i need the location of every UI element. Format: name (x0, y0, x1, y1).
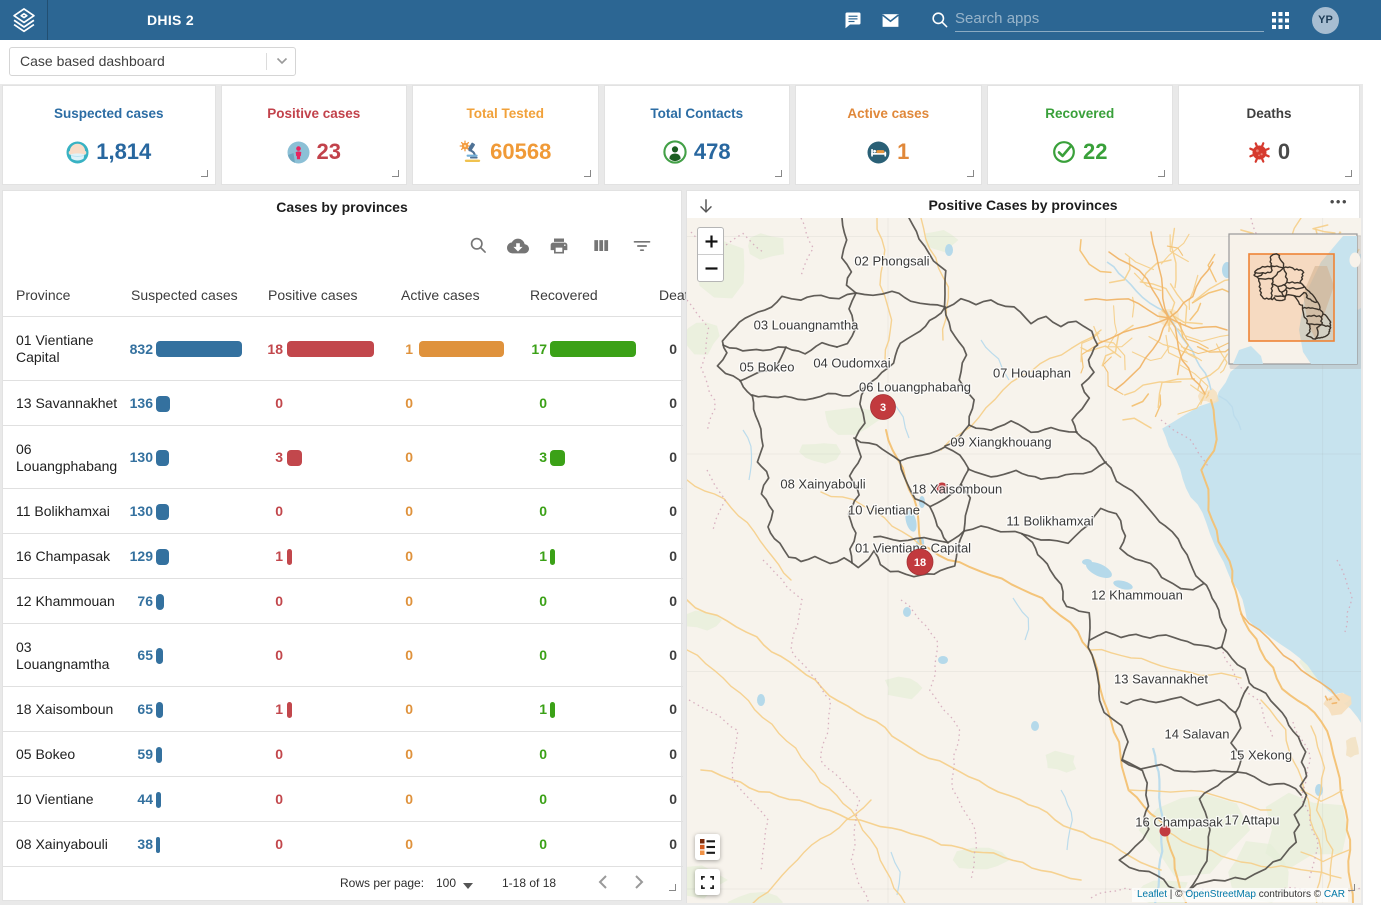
svg-text:09 Xiangkhouang: 09 Xiangkhouang (950, 435, 1051, 450)
svg-text:15 Xekong: 15 Xekong (1230, 748, 1292, 763)
svg-text:10 Vientiane: 10 Vientiane (848, 503, 920, 518)
svg-text:18: 18 (914, 557, 926, 569)
svg-text:14 Salavan: 14 Salavan (1164, 727, 1229, 742)
svg-text:16 Champasak: 16 Champasak (1135, 815, 1223, 830)
svg-text:07 Houaphan: 07 Houaphan (993, 366, 1071, 381)
svg-text:03 Louangnamtha: 03 Louangnamtha (754, 318, 860, 333)
svg-text:02 Phongsali: 02 Phongsali (854, 254, 929, 269)
svg-text:17 Attapu: 17 Attapu (1225, 813, 1280, 828)
svg-text:05 Bokeo: 05 Bokeo (740, 360, 795, 375)
svg-text:08 Xainyabouli: 08 Xainyabouli (780, 477, 865, 492)
svg-text:04 Oudomxai: 04 Oudomxai (813, 356, 890, 371)
svg-text:11 Bolikhamxai: 11 Bolikhamxai (1006, 514, 1093, 529)
svg-text:13 Savannakhet: 13 Savannakhet (1114, 672, 1208, 687)
svg-text:06 Louangphabang: 06 Louangphabang (859, 380, 971, 395)
svg-text:12 Khammouan: 12 Khammouan (1091, 588, 1183, 603)
svg-text:3: 3 (880, 402, 886, 414)
svg-text:18 Xaisomboun: 18 Xaisomboun (912, 482, 1002, 497)
